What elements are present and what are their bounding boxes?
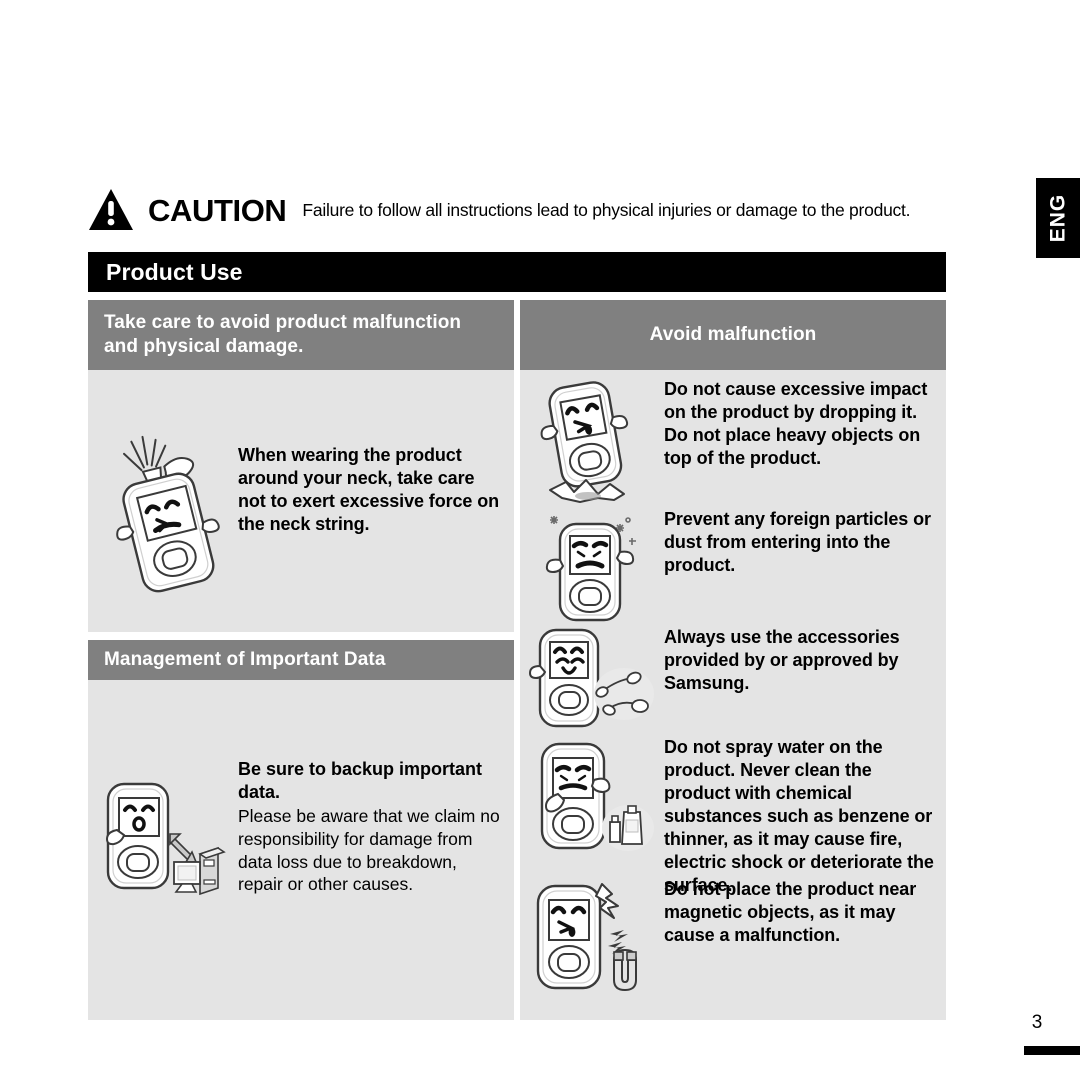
right-column: Avoid malfunction Do not cause excessive…	[520, 300, 946, 1020]
player-approved-accessories-icon	[528, 626, 656, 736]
panel-body-take-care: When wearing the product around your nec…	[88, 370, 514, 632]
player-no-water-chemicals-icon	[528, 736, 656, 864]
panel-body-avoid-malfunction: Do not cause excessive impact on the pro…	[520, 370, 946, 1020]
player-dust-particles-icon	[528, 508, 656, 626]
avoid-item-water-chemicals: Do not spray water on the product. Never…	[528, 736, 940, 895]
panel-header-take-care: Take care to avoid product malfunction a…	[88, 300, 514, 370]
caution-label: CAUTION	[148, 192, 287, 228]
player-backup-to-pc-icon	[100, 776, 228, 898]
avoid-water-chemicals-text: Do not spray water on the product. Never…	[664, 737, 934, 896]
caution-description: Failure to follow all instructions lead …	[302, 199, 911, 220]
warning-triangle-icon	[89, 189, 133, 230]
avoid-impact-text: Do not cause excessive impact on the pro…	[664, 379, 928, 469]
panel-body-management: Be sure to backup important data. Please…	[88, 680, 514, 1020]
backup-item: Be sure to backup important data. Please…	[88, 680, 514, 898]
language-tab-label: ENG	[1046, 193, 1070, 243]
avoid-item-magnet: Do not place the product near magnetic o…	[528, 878, 940, 996]
player-broken-neck-strap-icon	[106, 428, 224, 593]
panel-header-management: Management of Important Data	[88, 640, 514, 680]
player-dropped-impact-icon	[528, 378, 656, 508]
player-magnet-icon	[528, 878, 656, 996]
language-tab-eng: ENG	[1036, 178, 1080, 258]
neck-string-text: When wearing the product around your nec…	[238, 445, 500, 535]
backup-heading: Be sure to backup important data.	[238, 759, 483, 803]
panel-header-avoid-malfunction: Avoid malfunction	[520, 300, 946, 370]
backup-text-block: Be sure to backup important data. Please…	[238, 758, 500, 896]
page-number-rule	[1024, 1046, 1080, 1055]
avoid-magnet-text: Do not place the product near magnetic o…	[664, 879, 917, 946]
page-title: Product Use	[106, 258, 243, 285]
page-number: 3	[1031, 1012, 1043, 1033]
avoid-item-dust: Prevent any foreign particles or dust fr…	[528, 508, 940, 626]
avoid-accessories-text: Always use the accessories provided by o…	[664, 627, 900, 694]
content-columns: Take care to avoid product malfunction a…	[88, 300, 946, 1020]
panel-divider	[88, 632, 514, 640]
caution-banner: CAUTION Failure to follow all instructio…	[88, 186, 948, 234]
neck-string-item: When wearing the product around your nec…	[88, 370, 514, 593]
left-column: Take care to avoid product malfunction a…	[88, 300, 514, 1020]
avoid-dust-text: Prevent any foreign particles or dust fr…	[664, 509, 931, 576]
backup-body: Please be aware that we claim no respons…	[238, 806, 500, 895]
avoid-item-impact: Do not cause excessive impact on the pro…	[528, 378, 940, 508]
avoid-item-accessories: Always use the accessories provided by o…	[528, 626, 940, 736]
section-title-bar: Product Use	[88, 252, 946, 292]
